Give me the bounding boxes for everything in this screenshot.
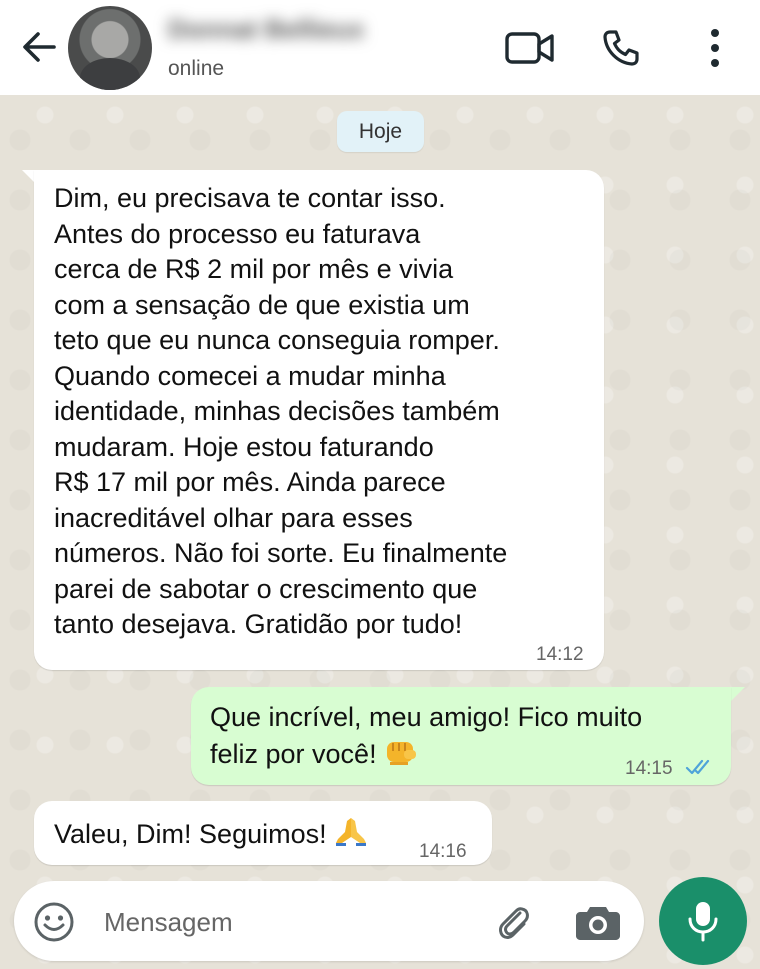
chat-header: Donnat Bellieux online: [0, 0, 760, 95]
emoji-icon[interactable]: [32, 900, 76, 944]
message-input[interactable]: [102, 899, 466, 945]
camera-icon[interactable]: [574, 903, 622, 941]
read-receipt-icon: [685, 751, 713, 775]
message-time: 14:12: [536, 644, 584, 665]
incoming-message[interactable]: Dim, eu precisava te contar isso. Antes …: [34, 170, 604, 670]
message-text: Dim, eu precisava te contar isso. Antes …: [54, 183, 508, 639]
message-composer: [14, 881, 644, 961]
message-time: 14:15: [625, 758, 673, 779]
incoming-message[interactable]: Valeu, Dim! Seguimos! 14:16: [34, 801, 492, 865]
more-vertical-icon[interactable]: [700, 26, 730, 70]
contact-name[interactable]: Donnat Bellieux: [168, 14, 428, 48]
outgoing-message[interactable]: Que incrível, meu amigo! Fico muito feli…: [191, 687, 731, 785]
message-text-content: Valeu, Dim! Seguimos!: [54, 818, 327, 849]
message-time: 14:16: [419, 841, 467, 862]
bubble-tail: [731, 687, 745, 701]
microphone-button[interactable]: [659, 877, 747, 965]
paperclip-icon[interactable]: [492, 901, 536, 945]
phone-icon[interactable]: [600, 27, 642, 69]
contact-avatar[interactable]: [68, 6, 152, 90]
date-separator: Hoje: [337, 111, 424, 152]
fist-bump-emoji: [384, 736, 418, 776]
microphone-icon: [688, 902, 718, 942]
message-text-content: Que incrível, meu amigo! Fico muito feli…: [210, 702, 643, 769]
message-text: Valeu, Dim! Seguimos!: [54, 815, 368, 857]
message-text: Que incrível, meu amigo! Fico muito feli…: [210, 700, 680, 775]
contact-status: online: [168, 57, 225, 80]
praying-hands-emoji: [334, 815, 368, 857]
back-arrow-icon[interactable]: [18, 26, 60, 68]
video-call-icon[interactable]: [504, 30, 556, 66]
